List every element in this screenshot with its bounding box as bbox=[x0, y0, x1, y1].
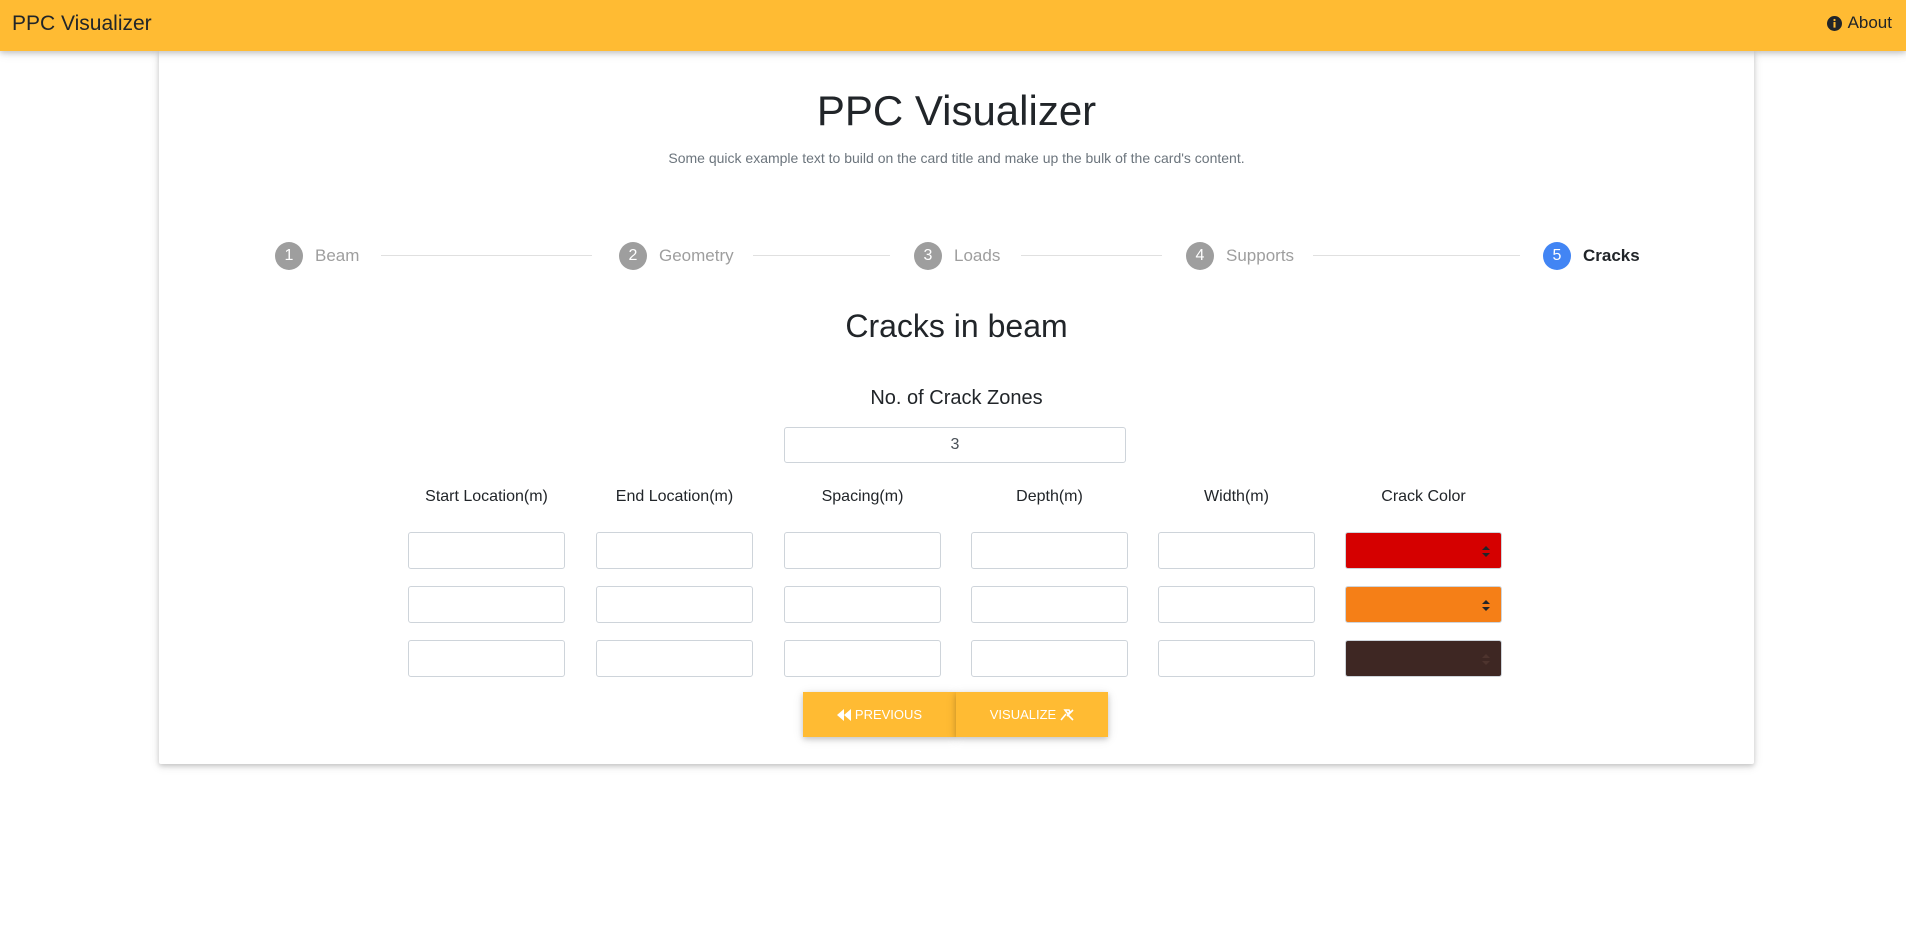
spacing-input[interactable] bbox=[784, 532, 941, 569]
width-input[interactable] bbox=[1158, 586, 1315, 623]
step-label: Cracks bbox=[1583, 246, 1640, 265]
crack-color-select[interactable] bbox=[1345, 532, 1502, 569]
select-arrows-icon bbox=[1482, 546, 1490, 557]
visualize-button-label: Visualize bbox=[989, 707, 1057, 722]
start-location-input[interactable] bbox=[408, 640, 565, 677]
step-label: Supports bbox=[1226, 246, 1295, 265]
select-arrows-icon bbox=[1482, 600, 1490, 611]
step-number: 2 bbox=[619, 242, 647, 270]
step-label: Beam bbox=[315, 246, 360, 265]
spacing-input[interactable] bbox=[784, 586, 941, 623]
end-location-input[interactable] bbox=[596, 586, 753, 623]
depth-input[interactable] bbox=[971, 640, 1128, 677]
brand-title[interactable]: PPC Visualizer bbox=[12, 12, 152, 36]
crack-zones-input[interactable] bbox=[784, 427, 1126, 463]
crack-color-select[interactable] bbox=[1345, 640, 1502, 677]
depth-input[interactable] bbox=[971, 532, 1128, 569]
double-left-arrow-icon bbox=[836, 708, 851, 721]
start-location-input[interactable] bbox=[408, 586, 565, 623]
column-header-spacing: Spacing(m) bbox=[821, 488, 904, 505]
step-label: Loads bbox=[954, 246, 1001, 265]
step-supports[interactable]: 4 Supports bbox=[1186, 242, 1294, 270]
previous-button-label: Previous bbox=[854, 707, 923, 722]
step-connector bbox=[1313, 255, 1520, 256]
step-number: 3 bbox=[914, 242, 942, 270]
step-number: 1 bbox=[275, 242, 303, 270]
step-connector bbox=[1021, 255, 1162, 256]
section-title: Cracks in beam bbox=[845, 308, 1068, 344]
step-connector bbox=[753, 255, 890, 256]
crack-zones-label: No. of Crack Zones bbox=[870, 387, 1043, 409]
column-header-depth: Depth(m) bbox=[1016, 488, 1083, 505]
step-number: 4 bbox=[1186, 242, 1214, 270]
info-circle-icon bbox=[1826, 15, 1842, 31]
column-header-end-location: End Location(m) bbox=[615, 488, 734, 505]
step-number: 5 bbox=[1543, 242, 1571, 270]
visualize-button[interactable]: Visualize bbox=[956, 692, 1108, 737]
about-label: About bbox=[1847, 13, 1892, 32]
step-cracks[interactable]: 5 Cracks bbox=[1543, 242, 1640, 270]
card-title: PPC Visualizer bbox=[816, 87, 1097, 134]
depth-input[interactable] bbox=[971, 586, 1128, 623]
step-beam[interactable]: 1 Beam bbox=[275, 242, 359, 270]
spacing-input[interactable] bbox=[784, 640, 941, 677]
width-input[interactable] bbox=[1158, 640, 1315, 677]
width-input[interactable] bbox=[1158, 532, 1315, 569]
card-subtitle: Some quick example text to build on the … bbox=[668, 150, 1245, 166]
end-location-input[interactable] bbox=[596, 532, 753, 569]
wrench-hammer-icon bbox=[1060, 708, 1074, 721]
start-location-input[interactable] bbox=[408, 532, 565, 569]
previous-button[interactable]: Previous bbox=[803, 692, 956, 737]
select-arrows-icon bbox=[1482, 654, 1490, 665]
column-header-width: Width(m) bbox=[1204, 488, 1269, 505]
about-link[interactable]: About bbox=[1826, 13, 1892, 33]
step-label: Geometry bbox=[659, 246, 734, 265]
step-geometry[interactable]: 2 Geometry bbox=[619, 242, 734, 270]
main-card: PPC Visualizer Some quick example text t… bbox=[159, 51, 1754, 764]
step-loads[interactable]: 3 Loads bbox=[914, 242, 1000, 270]
crack-color-select[interactable] bbox=[1345, 586, 1502, 623]
column-header-crack-color: Crack Color bbox=[1381, 488, 1466, 505]
column-header-start-location: Start Location(m) bbox=[425, 488, 548, 505]
end-location-input[interactable] bbox=[596, 640, 753, 677]
top-navbar: PPC Visualizer About bbox=[0, 0, 1906, 51]
step-connector bbox=[381, 255, 592, 256]
